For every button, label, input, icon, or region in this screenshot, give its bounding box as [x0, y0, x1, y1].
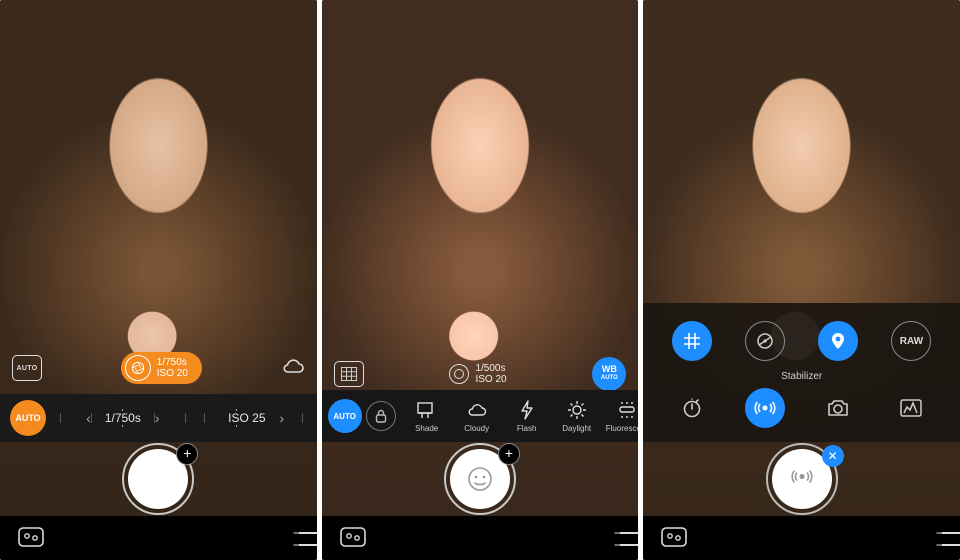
raw-label: RAW: [900, 336, 923, 347]
aperture-icon: [449, 364, 469, 384]
wb-preset-cloudy[interactable]: Cloudy: [454, 399, 500, 433]
settings-panel: RAW Stabilizer: [643, 303, 960, 442]
sun-icon: [567, 399, 587, 421]
iso-dial-value: ISO 25: [218, 411, 275, 425]
auto-mode-label: AUTO: [17, 365, 38, 372]
pill-shutter-value: 1/750s: [157, 357, 188, 368]
shutter-dial-value: 1/750s: [95, 411, 151, 425]
gallery-icon[interactable]: [18, 525, 44, 552]
cloud-icon: [466, 399, 488, 421]
iso-dial[interactable]: ISO 25 ›: [200, 410, 307, 426]
wb-preset-label: Daylight: [562, 424, 591, 433]
shutter-button[interactable]: +: [128, 449, 188, 509]
wb-preset-label: Shade: [415, 424, 438, 433]
location-pin-icon: [831, 332, 845, 350]
shade-icon: [416, 399, 438, 421]
aperture-icon: [125, 355, 151, 381]
histogram-icon: [900, 398, 922, 418]
section-label: Stabilizer: [643, 365, 960, 384]
stabilizer-icon: [754, 397, 776, 419]
exposure-pill[interactable]: 1/750s ISO 20: [121, 352, 202, 384]
shutter-button[interactable]: +: [450, 449, 510, 509]
readout-shutter: 1/500s: [475, 363, 506, 374]
auto-button[interactable]: AUTO: [10, 400, 46, 436]
lock-button[interactable]: [366, 401, 396, 431]
raw-toggle[interactable]: RAW: [891, 321, 931, 361]
gallery-icon[interactable]: [340, 525, 366, 552]
readout-iso: ISO 20: [475, 374, 506, 385]
phone-screen-3: RAW Stabilizer: [643, 0, 960, 560]
grid-badge[interactable]: [334, 361, 364, 387]
stabilizer-toggle[interactable]: [745, 388, 785, 428]
wb-preset-daylight[interactable]: Daylight: [554, 399, 600, 433]
wb-preset-fluorescent[interactable]: Fluorescent: [604, 399, 639, 433]
close-icon[interactable]: ✕: [822, 445, 844, 467]
lock-icon: [375, 409, 387, 423]
fluorescent-icon: [617, 399, 637, 421]
auto-button-label: AUTO: [333, 412, 356, 421]
location-toggle[interactable]: [818, 321, 858, 361]
auto-mode-badge[interactable]: AUTO: [12, 355, 42, 381]
phone-screen-1: AUTO 1/750s ISO 20 AUTO ‹: [0, 0, 317, 560]
shutter-button[interactable]: ✕: [772, 449, 832, 509]
wb-preset-label: Flash: [517, 424, 537, 433]
wb-preset-shade[interactable]: Shade: [404, 399, 450, 433]
auto-button-label: AUTO: [15, 413, 40, 423]
grid-icon: [683, 332, 701, 350]
wb-preset-label: Fluorescent: [606, 424, 639, 433]
timer-icon: [681, 397, 703, 419]
stabilizer-icon: [789, 464, 815, 495]
plus-icon[interactable]: +: [176, 443, 198, 465]
grid-toggle[interactable]: [672, 321, 712, 361]
wb-label: WB: [602, 365, 617, 374]
timer-toggle[interactable]: [672, 388, 712, 428]
flash-icon: [520, 399, 534, 421]
camera-toggle[interactable]: [818, 388, 858, 428]
wb-sublabel: AUTO: [601, 374, 618, 383]
exposure-readout[interactable]: 1/500s ISO 20: [449, 363, 506, 385]
phone-screen-2: 1/500s ISO 20 WB AUTO AUTO Shade: [322, 0, 639, 560]
shutter-dial[interactable]: ‹ 1/750s ›: [56, 410, 190, 426]
face-icon: [467, 466, 493, 492]
white-balance-button[interactable]: WB AUTO: [592, 357, 626, 391]
histogram-toggle[interactable]: [891, 388, 931, 428]
gallery-icon[interactable]: [661, 525, 687, 552]
wb-preset-flash[interactable]: Flash: [504, 399, 550, 433]
wb-preset-label: Cloudy: [464, 424, 489, 433]
camera-icon: [826, 398, 850, 418]
cloud-icon[interactable]: [281, 357, 305, 380]
plus-icon[interactable]: +: [498, 443, 520, 465]
level-icon: [755, 331, 775, 351]
pill-iso-value: ISO 20: [157, 368, 188, 379]
level-toggle[interactable]: [745, 321, 785, 361]
auto-button[interactable]: AUTO: [328, 399, 362, 433]
